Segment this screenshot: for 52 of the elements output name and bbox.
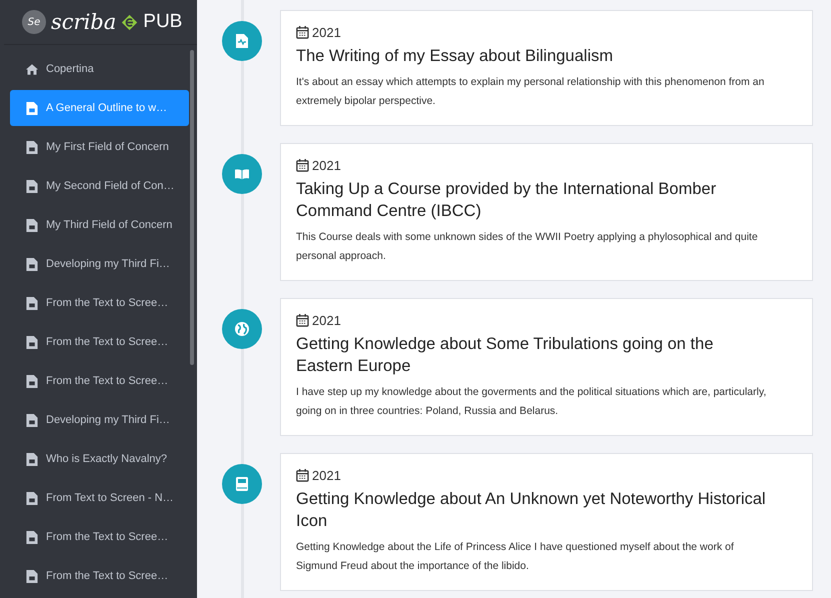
document-icon [26,414,38,426]
event-title: Taking Up a Course provided by the International Bomber Command Centre (IBCC) [296,179,718,222]
sidebar-item[interactable]: From the Text to Scree… [10,558,189,594]
event-description: I have step up my knowledge about the goverments and the political situations which are, particularly, going on in three countries: Poland, Russia and Belarus. [296,385,768,419]
document-icon [26,336,38,348]
document-icon [26,570,38,582]
document-icon [26,452,38,466]
event-date: 2021 [312,25,341,40]
sidebar-item[interactable]: Developing my Third Fi… [10,402,189,438]
calendar-icon [296,26,309,39]
event-description: This Course deals with some unknown sides of the WWII Poetry applying a phylosophical and quite personal approach. [296,230,759,264]
document-icon [26,180,38,192]
document-icon [26,296,38,310]
document-icon [26,530,38,544]
event-description: Getting Knowledge about the Life of Princess Alice I have questioned myself about the work of Sigmund Freud about the importance of the libido. [296,540,735,574]
event-title: Getting Knowledge about An Unknown yet Noteworthy Historical Icon [296,489,767,532]
document-icon [26,102,38,114]
sidebar-item[interactable]: My First Field of Concern [10,129,189,165]
logo-badge: Se [22,10,46,34]
sidebar-item[interactable]: From the Text to Scree… [10,363,189,399]
event-title: Getting Knowledge about Some Tribulations going on the Eastern Europe [296,334,714,377]
sidebar-item[interactable]: From the Text to Scree… [10,285,189,321]
calendar-icon [296,469,309,482]
scrollbar[interactable] [190,50,194,365]
calendar-icon [296,159,309,172]
globe-icon [235,322,249,336]
sidebar-item[interactable]: My Third Field of Concern [10,207,189,243]
document-icon [26,218,38,232]
sidebar-item[interactable]: Who is Exactly Navalny? [10,441,189,477]
event-description: It's about an essay which attempts to explain my personal relationship with this phenomenon from an extremely bipolar perspective. [296,75,766,109]
event-date: 2021 [312,313,341,328]
sidebar-item[interactable]: From Text to Screen - N… [10,480,189,516]
logo-text: PUB [143,11,182,33]
sidebar-item[interactable]: My Second Field of Con… [10,168,189,204]
event-date: 2021 [312,158,341,173]
sidebar-item[interactable]: From the Text to Scree… [10,324,189,360]
sidebar-item[interactable]: From the Text to Scree… [10,519,189,555]
sidebar-item[interactable]: Copertina [10,51,189,87]
document-icon [26,258,38,270]
sidebar-item[interactable]: Developing my Third Fi… [10,246,189,282]
document-icon [26,492,38,504]
home-icon [26,62,38,76]
logo-mark-icon [121,14,138,30]
document-icon [26,140,38,154]
open-book-icon [235,167,249,181]
book-icon [235,477,249,491]
event-date: 2021 [312,468,341,483]
document-icon [235,34,249,48]
logo-text: scriba [51,10,116,34]
document-icon [26,374,38,388]
calendar-icon [296,314,309,327]
event-title: The Writing of my Essay about Bilingualism [296,46,614,67]
